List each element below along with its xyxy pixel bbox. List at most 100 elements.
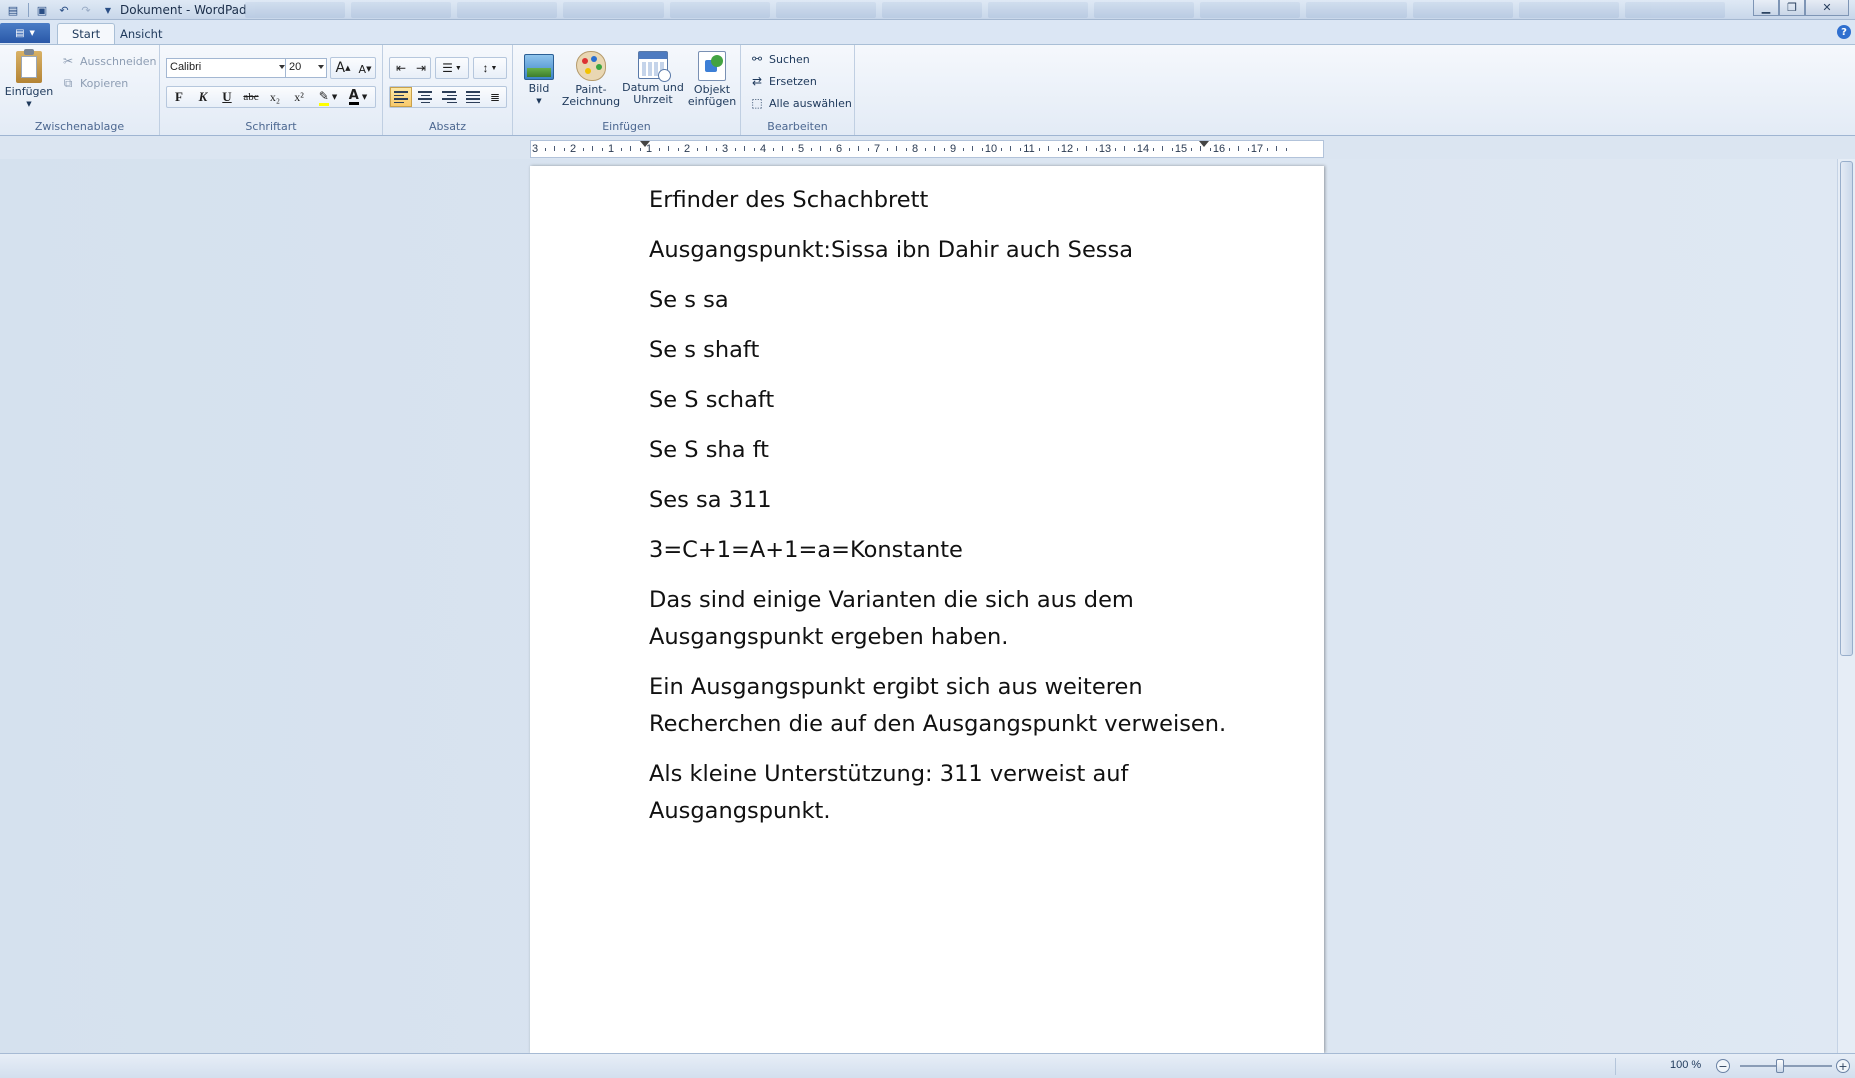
ruler-tick [1247, 148, 1249, 151]
ruler-tick [782, 146, 783, 151]
list-button[interactable]: ☰ ▼ [437, 58, 467, 78]
minimize-button[interactable]: ▁ [1753, 0, 1779, 16]
ruler-tick [1076, 148, 1078, 151]
font-family-select[interactable]: Calibri [166, 58, 288, 78]
align-right-button[interactable] [438, 87, 460, 107]
chevron-down-icon: ▼ [29, 29, 35, 37]
line-spacing-icon: ↕ [482, 60, 489, 75]
chevron-down-icon: ▼ [490, 64, 498, 72]
ruler-tick [934, 146, 935, 151]
document-paragraph: Ein Ausgangspunkt ergibt sich aus weiter… [649, 669, 1289, 743]
copy-button[interactable]: ⧉ Kopieren [60, 75, 129, 91]
line-spacing-button[interactable]: ↕ ▼ [475, 58, 505, 78]
find-button[interactable]: ⚯ Suchen [749, 51, 810, 67]
ruler-tick [677, 148, 679, 151]
save-icon[interactable]: ▣ [33, 2, 51, 18]
chevron-down-icon: ▼ [536, 97, 542, 105]
scrollbar-thumb[interactable] [1840, 161, 1853, 656]
ruler-tick [544, 148, 546, 151]
ruler-tick [848, 148, 850, 151]
paragraph-dialog-button[interactable]: ≣ [484, 87, 506, 107]
paint-drawing-button[interactable]: Paint- Zeichnung [561, 51, 621, 108]
left-indent-marker[interactable] [640, 141, 650, 147]
app-icon[interactable]: ▤ [4, 2, 22, 18]
italic-button[interactable]: K [192, 87, 214, 107]
zoom-slider-track[interactable] [1740, 1065, 1832, 1067]
ruler-tick [1162, 146, 1163, 151]
bold-button[interactable]: F [168, 87, 190, 107]
ruler-label: 8 [911, 143, 919, 155]
ruler-tick [1285, 148, 1287, 151]
ruler-tick [1086, 146, 1087, 151]
ribbon: Einfügen ▼ ✂ Ausschneiden ⧉ Kopieren Zwi… [0, 44, 1855, 136]
shrink-font-button[interactable]: A ▼ [354, 59, 376, 79]
tab-view[interactable]: Ansicht [106, 23, 176, 44]
help-icon[interactable]: ? [1837, 25, 1851, 39]
maximize-button[interactable]: ❐ [1779, 0, 1805, 16]
underline-button[interactable]: U [216, 87, 238, 107]
justify-button[interactable] [462, 87, 484, 107]
ruler-tick [1238, 146, 1239, 151]
qat-separator [28, 3, 29, 17]
insert-picture-button[interactable]: Bild ▼ [521, 51, 557, 107]
app-menu-button[interactable]: ▤ ▼ [0, 23, 50, 43]
ruler-tick [1057, 148, 1059, 151]
chevron-down-icon: ▼ [361, 93, 368, 101]
ruler-tick [554, 146, 555, 151]
document-paragraph: Se s shaft [649, 332, 1289, 369]
select-all-button[interactable]: ⬚ Alle auswählen [749, 95, 852, 111]
close-button[interactable]: ✕ [1805, 0, 1849, 16]
group-clipboard: Einfügen ▼ ✂ Ausschneiden ⧉ Kopieren Zwi… [0, 45, 160, 135]
vertical-scrollbar[interactable] [1837, 159, 1855, 1053]
object-icon [698, 51, 726, 81]
ruler[interactable]: 3 2 1 1 2 3 4 5 6 7 8 9 10 11 12 13 14 15 16 17 [530, 140, 1324, 158]
zoom-in-button[interactable]: + [1836, 1059, 1850, 1073]
ruler-label: 6 [835, 143, 843, 155]
window-controls: ▁ ❐ ✕ [1753, 0, 1849, 16]
increase-indent-button[interactable]: ⇥ [410, 58, 432, 78]
background-taskbar-reflection [245, 2, 1725, 18]
document-page[interactable]: Erfinder des Schachbrett Ausgangspunkt:Si… [530, 166, 1324, 1053]
decrease-indent-button[interactable]: ⇤ [390, 58, 412, 78]
customize-qat-icon[interactable]: ▼ [99, 2, 117, 18]
ruler-tick [820, 146, 821, 151]
document-paragraph: Se S schaft [649, 382, 1289, 419]
font-size-select[interactable]: 20 [285, 58, 327, 78]
ruler-tick [1133, 148, 1135, 151]
binoculars-icon: ⚯ [751, 52, 763, 66]
ruler-tick [867, 148, 869, 151]
ruler-tick [981, 148, 983, 151]
align-left-button[interactable] [390, 87, 412, 107]
undo-icon[interactable]: ↶ [55, 2, 73, 18]
zoom-percentage: 100 % [1670, 1059, 1702, 1071]
chevron-down-icon: ▼ [454, 64, 462, 72]
redo-icon[interactable]: ↷ [77, 2, 95, 18]
zoom-slider-thumb[interactable] [1776, 1059, 1784, 1073]
ribbon-tabs: ▤ ▼ Start Ansicht ? [0, 20, 1855, 44]
ruler-label: 12 [1060, 143, 1074, 155]
ruler-label: 10 [984, 143, 998, 155]
grow-font-button[interactable]: A ▲ [332, 58, 354, 78]
document-text[interactable]: Erfinder des Schachbrett Ausgangspunkt:Si… [649, 182, 1289, 843]
ruler-tick [1228, 148, 1230, 151]
date-time-button[interactable]: Datum und Uhrzeit [621, 51, 685, 106]
replace-button[interactable]: ⇄ Ersetzen [749, 73, 817, 89]
right-indent-marker[interactable] [1199, 141, 1209, 147]
superscript-button[interactable]: x² [288, 87, 310, 107]
group-font: Calibri 20 A ▲ A ▼ F K U abc x₂ x² ✎ ▼ A ▼ S… [160, 45, 383, 135]
ruler-tick [715, 148, 717, 151]
object-label-line2: einfügen [687, 95, 737, 108]
zoom-out-button[interactable]: − [1716, 1059, 1730, 1073]
cut-button[interactable]: ✂ Ausschneiden [60, 53, 157, 69]
highlight-color-button[interactable]: ✎ ▼ [313, 87, 343, 107]
ruler-tick [592, 146, 593, 151]
align-center-button[interactable] [414, 87, 436, 107]
subscript-button[interactable]: x₂ [264, 87, 286, 107]
paste-button[interactable]: Einfügen ▼ [4, 49, 54, 110]
font-color-button[interactable]: A ▼ [343, 87, 373, 107]
document-paragraph: Erfinder des Schachbrett [649, 182, 1289, 219]
indent-icon: ⇥ [415, 60, 427, 75]
insert-object-button[interactable]: Objekt einfügen [685, 51, 739, 108]
strikethrough-button[interactable]: abc [240, 87, 262, 107]
font-family-value: Calibri [170, 61, 202, 73]
